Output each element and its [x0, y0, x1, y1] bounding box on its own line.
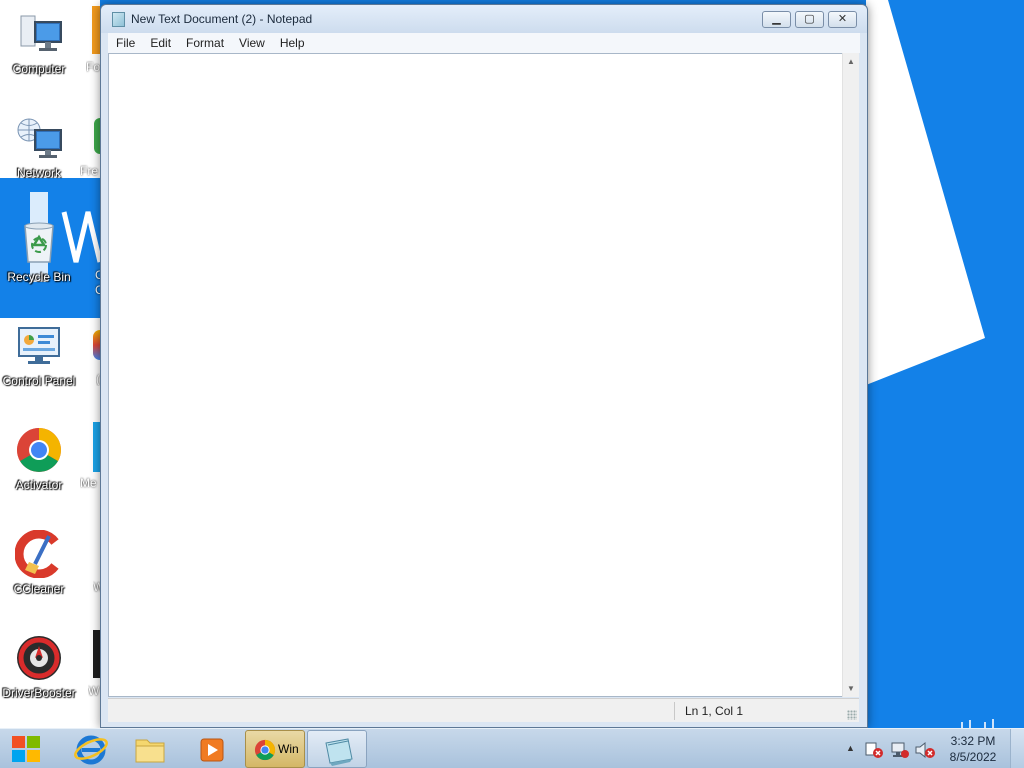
start-button[interactable]: [4, 731, 48, 767]
desktop-icon-label: Recycle Bin: [7, 270, 71, 284]
partial-icon-label: W: [88, 684, 100, 698]
menu-edit[interactable]: Edit: [142, 36, 178, 50]
minimize-icon: ▁: [772, 13, 781, 25]
desktop-icon-label: Activator: [15, 478, 63, 492]
desktop-icon-label: CCleaner: [13, 582, 65, 596]
recycle-bin-icon: [15, 218, 63, 266]
desktop-icon-label: Computer: [12, 62, 66, 76]
network-status-icon[interactable]: [890, 741, 910, 759]
clock-time: 3:32 PM: [950, 734, 996, 748]
show-hidden-icons-icon[interactable]: ▲: [846, 743, 855, 753]
clock[interactable]: 3:32 PM 8/5/2022: [944, 733, 1002, 765]
partial-icon-label: Fo: [86, 60, 100, 74]
taskbar-button-label: Win: [278, 742, 299, 756]
menu-help[interactable]: Help: [272, 36, 312, 50]
desktop-icon-recycle-bin[interactable]: Recycle Bin: [0, 212, 78, 308]
desktop-icon-control-panel[interactable]: Control Panel: [0, 316, 78, 412]
ccleaner-icon: [14, 529, 63, 579]
network-icon: [15, 114, 63, 162]
taskbar: Win ▲ 3:32 PM 8/5/2022: [0, 728, 1024, 768]
taskbar-media-player[interactable]: [182, 730, 242, 768]
menu-bar: File Edit Format View Help: [108, 33, 860, 53]
desktop-icon-activator[interactable]: Activator: [0, 420, 78, 516]
resize-grip-icon[interactable]: [847, 710, 857, 720]
partial-desktop-icon[interactable]: [92, 6, 100, 54]
file-explorer-icon: [135, 739, 165, 763]
driverbooster-icon: [15, 634, 63, 682]
notepad-taskbar-button[interactable]: [307, 730, 367, 768]
windows-logo-icon: [12, 736, 40, 762]
taskbar-file-explorer[interactable]: [120, 730, 180, 768]
status-divider: [674, 702, 675, 720]
menu-view[interactable]: View: [231, 36, 272, 50]
partial-desktop-icon[interactable]: [93, 330, 100, 360]
action-center-icon[interactable]: [864, 741, 884, 759]
partial-icon-label: W: [93, 580, 100, 594]
show-desktop-button[interactable]: [1010, 729, 1024, 768]
partial-desktop-icon[interactable]: [93, 422, 100, 472]
computer-icon: [15, 10, 63, 58]
text-editor-area[interactable]: [108, 53, 859, 697]
partial-desktop-icon[interactable]: [93, 630, 100, 678]
partial-icon-label: Me: [80, 476, 97, 490]
minimize-button[interactable]: ▁: [762, 11, 791, 28]
desktop-icon-label: Network: [16, 166, 61, 180]
media-player-icon: [200, 738, 224, 762]
maximize-button[interactable]: ▢: [795, 11, 824, 28]
desktop-icon-computer[interactable]: Computer: [0, 4, 78, 100]
chrome-icon: [254, 739, 276, 761]
menu-file[interactable]: File: [108, 36, 142, 50]
title-bar[interactable]: New Text Document (2) - Notepad ▁ ▢ ✕: [101, 5, 867, 33]
desktop-icon-driverbooster[interactable]: DriverBooster: [0, 628, 78, 724]
window-title: New Text Document (2) - Notepad: [131, 12, 313, 26]
volume-muted-icon[interactable]: [914, 741, 936, 759]
taskbar-internet-explorer[interactable]: [62, 730, 122, 768]
notepad-window[interactable]: New Text Document (2) - Notepad ▁ ▢ ✕ Fi…: [100, 4, 868, 728]
chrome-taskbar-button[interactable]: Win: [245, 730, 305, 768]
desktop-icon-network[interactable]: Network: [0, 108, 78, 204]
close-icon: ✕: [837, 13, 848, 25]
close-button[interactable]: ✕: [828, 11, 857, 28]
chrome-icon: [15, 426, 63, 474]
status-bar: Ln 1, Col 1: [108, 698, 859, 722]
control-panel-icon: [15, 322, 63, 370]
menu-format[interactable]: Format: [178, 36, 231, 50]
partial-icon-label: Fre: [80, 164, 98, 178]
notepad-icon: [325, 738, 353, 766]
maximize-icon: ▢: [804, 13, 815, 25]
desktop-icon-ccleaner[interactable]: CCleaner: [0, 524, 78, 620]
notepad-icon: [112, 12, 125, 27]
clock-date: 8/5/2022: [949, 750, 997, 764]
desktop-icon-label: Control Panel: [2, 374, 76, 388]
internet-explorer-icon: [74, 735, 108, 765]
cursor-position: Ln 1, Col 1: [685, 704, 744, 718]
desktop-icon-label: DriverBooster: [2, 686, 76, 700]
